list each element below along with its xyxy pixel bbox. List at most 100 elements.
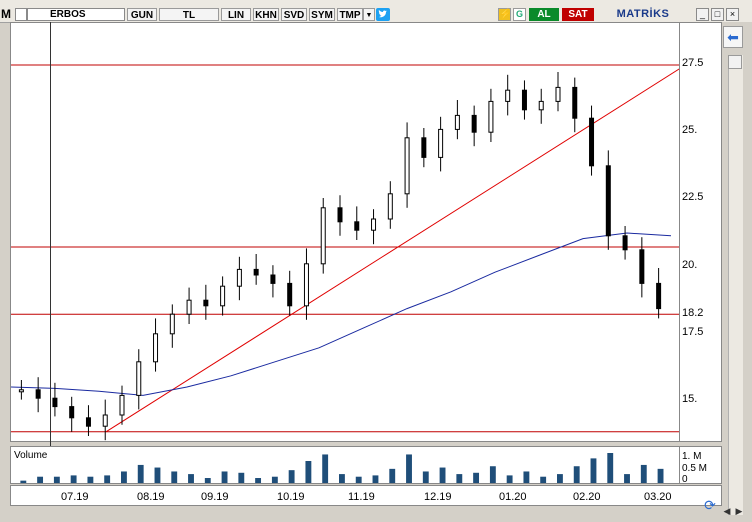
price-chart-canvas[interactable] — [11, 23, 680, 442]
candle-body — [421, 137, 427, 158]
symbol-picker-icon[interactable] — [15, 8, 27, 21]
minimize-icon[interactable]: _ — [696, 8, 709, 21]
volume-bar — [70, 475, 77, 483]
y-tick-label: 18.2 — [682, 307, 704, 319]
volume-bar — [188, 474, 194, 483]
x-tick-label: 11.19 — [348, 491, 375, 503]
candle-body — [622, 235, 628, 251]
symbol-input[interactable]: ERBOS — [27, 8, 125, 21]
volume-tick-label: 0.5 M — [682, 463, 708, 474]
candle-body — [186, 299, 192, 315]
volume-bar — [422, 471, 429, 483]
candle-body — [521, 89, 527, 111]
volume-axis: 1. M 0.5 M 0 — [680, 446, 722, 485]
volume-bar — [53, 476, 60, 483]
candle-body — [538, 100, 544, 111]
volume-bar — [489, 466, 496, 483]
vertical-scrollbar[interactable] — [728, 55, 743, 515]
volume-title: Volume — [14, 450, 48, 461]
volume-bar — [87, 476, 94, 483]
x-tick-label: 02.20 — [573, 491, 601, 503]
price-axis: 27.5 25. 22.5 20. 18.2 17.5 15. — [680, 22, 722, 442]
svd-button[interactable]: SVD — [281, 8, 307, 21]
volume-tick-label: 0 — [682, 474, 688, 485]
candle-body — [169, 313, 175, 335]
period-button[interactable]: GUN — [127, 8, 157, 21]
x-tick-label: 01.20 — [499, 491, 527, 503]
candle-body — [555, 86, 561, 102]
y-tick-label: 22.5 — [682, 191, 704, 203]
y-tick-label: 17.5 — [682, 326, 704, 338]
candle-body — [589, 117, 595, 167]
volume-bar — [573, 466, 580, 483]
candle-body — [337, 207, 343, 223]
volume-bar — [37, 476, 44, 483]
x-tick-label: 07.19 — [61, 491, 89, 503]
volume-bar — [339, 474, 345, 483]
volume-tick-label: 1. M — [682, 451, 702, 462]
candle-body — [656, 282, 662, 310]
alert-bolt-icon[interactable]: ⚡ — [498, 8, 511, 21]
maximize-icon[interactable]: □ — [711, 8, 724, 21]
candle-body — [454, 114, 460, 130]
volume-bar — [121, 471, 127, 483]
candle-body — [102, 414, 108, 427]
app-logo: M — [1, 7, 11, 21]
scroll-right-icon[interactable]: ▶ — [734, 505, 744, 517]
scroll-left-icon[interactable]: ◀ — [722, 505, 732, 517]
template-button[interactable]: TMP — [337, 8, 363, 21]
candle-body — [287, 282, 293, 307]
volume-bar — [305, 461, 312, 483]
candle-body — [303, 263, 309, 307]
candle-body — [404, 137, 410, 195]
candle-body — [471, 114, 477, 133]
volume-bar — [255, 478, 262, 483]
volume-bar — [355, 476, 362, 483]
scroll-up-button[interactable] — [728, 55, 742, 69]
candle-body — [354, 221, 360, 231]
volume-bar — [506, 475, 513, 483]
sync-icon[interactable]: ⟳ — [702, 497, 718, 513]
volume-bar — [271, 476, 278, 483]
buy-button[interactable]: AL — [529, 8, 559, 21]
volume-bar — [288, 470, 295, 483]
toolbar: M ERBOS GUN TL LIN KHN SVD SYM TMP ▼ ⚡ G… — [0, 0, 752, 23]
linear-scale-button[interactable]: LIN — [221, 8, 251, 21]
twitter-icon[interactable] — [376, 8, 390, 21]
candle-body — [52, 397, 58, 408]
x-tick-label: 08.19 — [137, 491, 165, 503]
time-axis: 07.19 08.19 09.19 10.19 11.19 12.19 01.2… — [10, 485, 722, 506]
volume-chart[interactable]: Volume — [10, 446, 680, 484]
close-icon[interactable]: × — [726, 8, 739, 21]
candle-body — [119, 394, 125, 416]
price-chart[interactable] — [10, 22, 680, 442]
y-tick-label: 25. — [682, 124, 698, 136]
volume-bar — [221, 471, 228, 483]
brand-logo: MATRİKS — [616, 8, 670, 20]
candle-body — [572, 86, 578, 119]
collapse-arrow-icon[interactable]: ⬅ — [723, 26, 743, 48]
template-dropdown-icon[interactable]: ▼ — [363, 8, 375, 21]
candle-body — [270, 274, 276, 284]
candle-body — [236, 268, 242, 287]
candle-body — [203, 299, 209, 307]
volume-bar — [523, 471, 530, 483]
currency-button[interactable]: TL — [159, 8, 219, 21]
volume-bar — [406, 454, 412, 483]
candle-body — [69, 406, 75, 419]
volume-bar — [439, 467, 446, 483]
volume-bar — [456, 474, 463, 483]
volume-bar — [389, 468, 396, 483]
candle-body — [18, 389, 24, 393]
volume-bar — [104, 475, 111, 483]
khn-button[interactable]: KHN — [253, 8, 279, 21]
candle-body — [35, 389, 41, 399]
g-icon[interactable]: G — [513, 8, 526, 21]
volume-bar — [607, 453, 614, 483]
sym-button[interactable]: SYM — [309, 8, 335, 21]
volume-bar — [557, 474, 563, 483]
y-tick-label: 20. — [682, 259, 698, 271]
volume-chart-canvas — [20, 453, 664, 483]
sell-button[interactable]: SAT — [562, 8, 594, 21]
volume-bar — [20, 480, 27, 483]
